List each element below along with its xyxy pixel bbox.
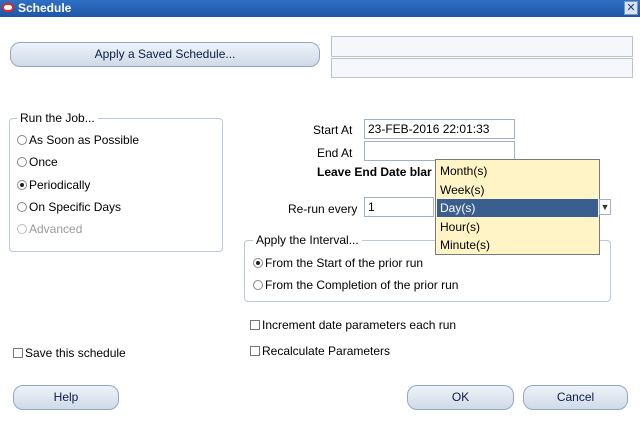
ok-button[interactable]: OK	[407, 385, 514, 410]
checkbox-icon	[250, 320, 260, 330]
ok-button-label: OK	[451, 390, 470, 404]
start-at-label: Start At	[313, 123, 353, 137]
radio-from-start-prior-run[interactable]: From the Start of the prior run	[253, 256, 423, 270]
help-button[interactable]: Help	[13, 385, 119, 410]
radio-icon	[17, 202, 27, 212]
dropdown-item-days[interactable]: Day(s)	[437, 199, 598, 217]
radio-from-completion-prior-run[interactable]: From the Completion of the prior run	[253, 278, 458, 292]
radio-advanced: Advanced	[17, 222, 82, 236]
radio-icon	[17, 157, 27, 167]
increment-date-params-checkbox[interactable]: Increment date parameters each run	[250, 318, 456, 332]
save-schedule-checkbox[interactable]: Save this schedule	[13, 346, 126, 360]
radio-icon	[17, 224, 27, 234]
rerun-every-input[interactable]: 1	[364, 197, 434, 217]
interval-unit-dropdown-list: Month(s) Week(s) Day(s) Hour(s) Minute(s…	[435, 159, 600, 255]
apply-saved-schedule-button[interactable]: Apply a Saved Schedule...	[10, 42, 320, 67]
dropdown-item-months[interactable]: Month(s)	[437, 162, 598, 180]
cancel-button-label: Cancel	[556, 390, 595, 404]
leave-end-date-note: Leave End Date blar	[317, 165, 432, 179]
apply-saved-schedule-label: Apply a Saved Schedule...	[94, 47, 236, 61]
dropdown-item-weeks[interactable]: Week(s)	[437, 181, 598, 199]
radio-selected-icon	[17, 180, 27, 190]
dropdown-item-minutes[interactable]: Minute(s)	[437, 236, 598, 254]
radio-selected-icon	[253, 258, 263, 268]
radio-as-soon-as-possible[interactable]: As Soon as Possible	[17, 133, 139, 147]
radio-periodically[interactable]: Periodically	[17, 178, 90, 192]
chevron-down-icon[interactable]: ▼	[599, 199, 611, 215]
help-button-label: Help	[53, 390, 79, 404]
cancel-button[interactable]: Cancel	[523, 385, 628, 410]
title-bar: Schedule ✕	[0, 0, 640, 17]
close-icon[interactable]: ✕	[624, 1, 638, 15]
end-at-input[interactable]	[364, 141, 515, 161]
saved-schedule-name-field	[331, 36, 633, 57]
checkbox-icon	[250, 346, 260, 356]
radio-on-specific-days[interactable]: On Specific Days	[17, 200, 121, 214]
radio-icon	[253, 280, 263, 290]
dropdown-item-hours[interactable]: Hour(s)	[437, 218, 598, 236]
rerun-every-label: Re-run every	[288, 202, 358, 216]
oracle-logo-icon	[2, 3, 14, 12]
run-the-job-legend: Run the Job...	[17, 111, 98, 125]
window-title: Schedule	[18, 1, 72, 15]
saved-schedule-desc-field	[331, 58, 633, 78]
radio-once[interactable]: Once	[17, 155, 58, 169]
apply-interval-legend: Apply the Interval...	[253, 233, 362, 247]
recalculate-params-checkbox[interactable]: Recalculate Parameters	[250, 344, 390, 358]
checkbox-icon	[13, 348, 23, 358]
start-at-input[interactable]: 23-FEB-2016 22:01:33	[364, 119, 515, 139]
radio-icon	[17, 135, 27, 145]
end-at-label: End At	[317, 146, 353, 160]
